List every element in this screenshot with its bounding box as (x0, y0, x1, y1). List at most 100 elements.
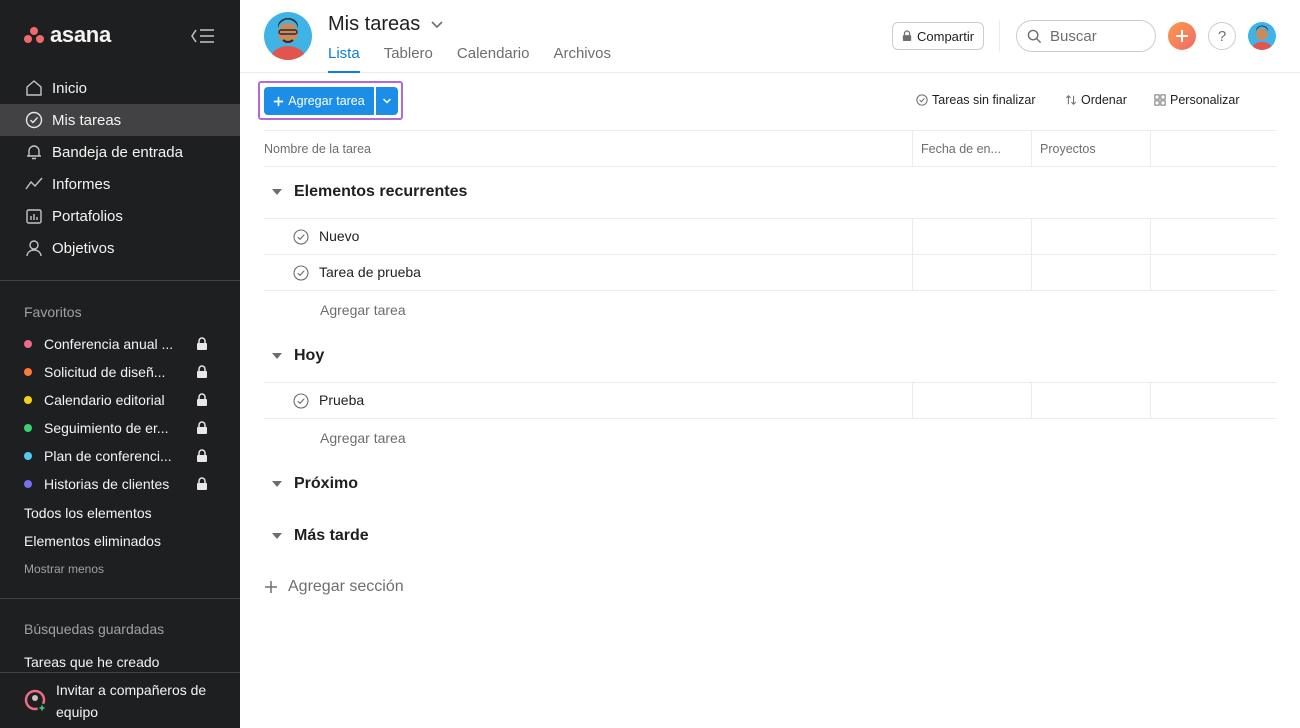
sidebar: asana Inicio Mis tareas Bandeja de entra… (0, 0, 240, 728)
tab-lista[interactable]: Lista (328, 45, 360, 73)
table-header: Nombre de la tarea Fecha de en... Proyec… (264, 130, 1276, 167)
favorites-title[interactable]: Favoritos (24, 304, 82, 320)
column-divider (1150, 383, 1151, 419)
sort-label: Ordenar (1081, 93, 1127, 107)
add-task-button[interactable]: Agregar tarea (264, 87, 374, 115)
column-divider[interactable] (1031, 131, 1032, 167)
add-task-dropdown-button[interactable] (376, 87, 398, 115)
filter-incomplete-button[interactable]: Tareas sin finalizar (916, 93, 1036, 107)
sidebar-item-label: Portafolios (52, 207, 123, 225)
header-divider (999, 20, 1000, 52)
asana-logo-icon (24, 27, 44, 43)
show-less-link[interactable]: Mostrar menos (24, 562, 104, 576)
all-items-link[interactable]: Todos los elementos (24, 505, 152, 521)
favorite-label: Solicitud de diseñ... (44, 364, 166, 380)
table-row[interactable]: Prueba (264, 382, 1276, 419)
column-divider (912, 255, 913, 291)
project-color-dot (24, 368, 32, 376)
favorite-label: Calendario editorial (44, 392, 165, 408)
project-color-dot (24, 452, 32, 460)
column-divider[interactable] (912, 131, 913, 167)
complete-task-check-icon[interactable] (293, 393, 309, 409)
column-header-projects[interactable]: Proyectos (1040, 131, 1096, 167)
caret-down-icon (272, 481, 282, 487)
sidebar-divider (0, 280, 240, 281)
favorite-item[interactable]: Calendario editorial (0, 386, 240, 414)
tab-archivos[interactable]: Archivos (553, 45, 611, 73)
asana-logo[interactable]: asana (24, 22, 111, 48)
caret-down-icon (272, 189, 282, 195)
section-header[interactable]: Próximo (272, 475, 358, 493)
lock-icon (197, 477, 207, 490)
plus-icon (265, 581, 277, 593)
sidebar-item-objetivos[interactable]: Objetivos (0, 232, 240, 264)
column-divider (1031, 383, 1032, 419)
share-button[interactable]: Compartir (892, 22, 985, 50)
page-title-text: Mis tareas (328, 13, 421, 35)
search-input[interactable] (1050, 27, 1150, 45)
caret-down-icon (272, 353, 282, 359)
lock-icon (197, 449, 207, 462)
column-divider[interactable] (1150, 131, 1151, 167)
column-header-due-date[interactable]: Fecha de en... (921, 131, 1001, 167)
add-task-inline-link[interactable]: Agregar tarea (320, 430, 406, 446)
complete-task-check-icon[interactable] (293, 265, 309, 281)
saved-search-item[interactable]: Tareas que he creado (24, 654, 159, 670)
section-title: Más tarde (294, 527, 369, 544)
add-section-button[interactable]: Agregar sección (264, 578, 404, 596)
sidebar-item-bandeja[interactable]: Bandeja de entrada (0, 136, 240, 168)
caret-down-icon (272, 533, 282, 539)
saved-searches-title[interactable]: Búsquedas guardadas (24, 621, 164, 637)
favorite-label: Seguimiento de er... (44, 420, 169, 436)
tab-calendario[interactable]: Calendario (457, 45, 530, 73)
column-divider (912, 219, 913, 255)
table-row[interactable]: Nuevo (264, 218, 1276, 255)
check-circle-icon (916, 94, 928, 106)
invite-teammates-button[interactable]: Invitar a compañeros de equipo (0, 672, 240, 728)
section-header[interactable]: Hoy (272, 347, 324, 365)
sidebar-item-informes[interactable]: Informes (0, 168, 240, 200)
favorite-item[interactable]: Plan de conferenci... (0, 442, 240, 470)
section-title: Hoy (294, 347, 325, 364)
quick-add-button[interactable] (1168, 22, 1196, 50)
section-header[interactable]: Elementos recurrentes (272, 183, 467, 201)
favorite-label: Plan de conferenci... (44, 448, 172, 464)
column-divider (1150, 255, 1151, 291)
table-row[interactable]: Tarea de prueba (264, 254, 1276, 291)
sort-button[interactable]: Ordenar (1065, 93, 1127, 107)
favorite-item[interactable]: Solicitud de diseñ... (0, 358, 240, 386)
section-header[interactable]: Más tarde (272, 527, 369, 545)
task-name[interactable]: Prueba (319, 392, 364, 408)
lock-icon (197, 337, 207, 350)
tab-tablero[interactable]: Tablero (384, 45, 433, 73)
sidebar-item-label: Informes (52, 175, 111, 193)
plus-icon (274, 96, 284, 106)
logo-text: asana (50, 22, 111, 47)
collapse-sidebar-icon[interactable] (190, 26, 216, 46)
task-name[interactable]: Nuevo (319, 228, 359, 244)
project-color-dot (24, 424, 32, 432)
lock-icon (197, 393, 207, 406)
task-name[interactable]: Tarea de prueba (319, 264, 421, 280)
filter-label: Tareas sin finalizar (932, 93, 1036, 107)
favorite-item[interactable]: Seguimiento de er... (0, 414, 240, 442)
favorite-item[interactable]: Conferencia anual ... (0, 330, 240, 358)
page-title[interactable]: Mis tareas (328, 13, 444, 36)
project-color-dot (24, 340, 32, 348)
sidebar-nav: Inicio Mis tareas Bandeja de entrada Inf… (0, 72, 240, 264)
account-avatar[interactable] (1248, 22, 1276, 50)
sidebar-item-inicio[interactable]: Inicio (0, 72, 240, 104)
help-button[interactable]: ? (1208, 22, 1236, 50)
bell-icon (24, 142, 44, 162)
complete-task-check-icon[interactable] (293, 229, 309, 245)
search-box[interactable] (1016, 20, 1156, 52)
deleted-items-link[interactable]: Elementos eliminados (24, 533, 161, 549)
column-header-task-name[interactable]: Nombre de la tarea (264, 131, 371, 167)
favorite-item[interactable]: Historias de clientes (0, 470, 240, 498)
add-task-inline-link[interactable]: Agregar tarea (320, 302, 406, 318)
project-color-dot (24, 480, 32, 488)
customize-button[interactable]: Personalizar (1154, 93, 1239, 107)
sidebar-item-portafolios[interactable]: Portafolios (0, 200, 240, 232)
lock-icon (197, 365, 207, 378)
sidebar-item-mis-tareas[interactable]: Mis tareas (0, 104, 240, 136)
